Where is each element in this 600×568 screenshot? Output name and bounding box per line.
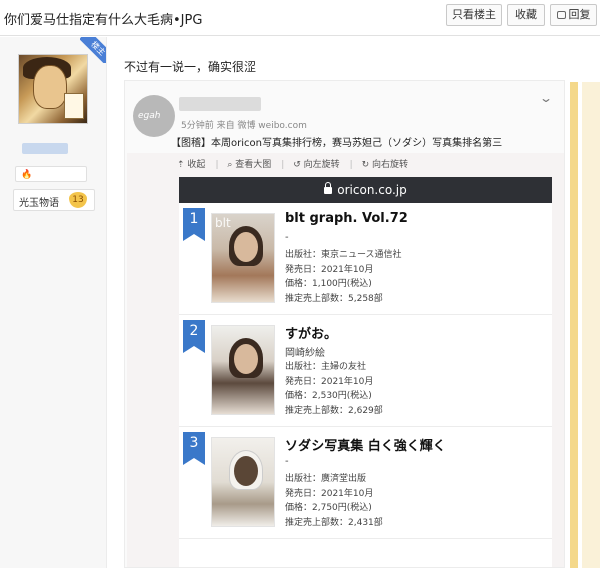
book-title: blt graph. Vol.72 — [285, 211, 408, 226]
collapse-button[interactable]: ⇡ 收起 — [177, 160, 205, 170]
book-cover — [211, 437, 275, 527]
favorite-button[interactable]: 收藏 — [507, 4, 545, 26]
rank-badge: 3 — [183, 432, 205, 465]
toolbar-divider: | — [281, 160, 285, 170]
cover-figure-face — [234, 232, 258, 262]
lock-icon — [324, 182, 333, 194]
ranking-item: 2 すがお。 岡崎紗絵 出版社：主婦の友社 発売日：2021年10月 価格：2,… — [179, 315, 552, 427]
collapse-icon: ⇡ — [177, 160, 185, 170]
badge-name: 光玉物语 — [19, 198, 59, 209]
flame-icon: 🔥 — [21, 170, 33, 180]
zoom-icon: ⌕ — [227, 160, 233, 170]
book-cover: blt — [211, 213, 275, 303]
reply-icon — [556, 11, 566, 19]
toolbar-divider: | — [215, 160, 219, 170]
book-cover — [211, 325, 275, 415]
book-details: 出版社：廣済堂出版 発売日：2021年10月 価格：2,750円(税込) 推定売… — [285, 472, 383, 530]
rank-number: 1 — [189, 211, 199, 227]
screenshot-image: ⇡ 收起 | ⌕ 查看大图 | ↺ 向左旋转 | ↻ 向右旋转 oricon.co.j… — [127, 153, 564, 567]
cover-figure-face — [234, 456, 258, 486]
op-ribbon: 楼主 — [80, 37, 106, 63]
member-badge[interactable]: 光玉物语 13 — [13, 189, 95, 211]
image-toolbar: ⇡ 收起 | ⌕ 查看大图 | ↺ 向左旋转 | ↻ 向右旋转 — [177, 157, 418, 171]
author-column: 楼主 🔥 光玉物语 13 — [0, 37, 107, 568]
book-publisher: 出版社：主婦の友社 — [285, 362, 367, 372]
rank-number: 3 — [189, 435, 199, 451]
book-release: 発売日：2021年10月 — [285, 488, 374, 499]
book-release: 発売日：2021年10月 — [285, 264, 374, 275]
book-author: - — [285, 232, 289, 243]
book-author: - — [285, 456, 289, 467]
rotate-left-icon: ↺ — [293, 160, 301, 170]
weibo-name-blurred[interactable] — [179, 97, 261, 111]
weibo-text: 【图稽】本周oricon写真集排行榜，赛马苏妲己（ソダシ）写真集排名第三 — [171, 138, 503, 149]
rotate-right-button[interactable]: ↻ 向右旋转 — [362, 160, 408, 170]
book-release: 発売日：2021年10月 — [285, 376, 374, 387]
ranking-item: 1 blt blt graph. Vol.72 - 出版社：東京ニュース通信社 … — [179, 203, 552, 315]
book-publisher: 出版社：廣済堂出版 — [285, 474, 367, 484]
rotate-right-label: 向右旋转 — [372, 160, 409, 170]
book-title: すがお。 — [285, 327, 338, 342]
weibo-embed: egah 5分钟前 来自 微博 weibo.com ⌄ 【图稽】本周oricon… — [124, 80, 565, 568]
collapse-label: 收起 — [187, 160, 206, 170]
level-number: 13 — [69, 192, 87, 208]
ranking-item: 3 ソダシ写真集 白く強く輝く - 出版社：廣済堂出版 発売日：2021年10月… — [179, 427, 552, 539]
adjacent-image-strip — [566, 82, 600, 568]
chevron-down-icon[interactable]: ⌄ — [539, 91, 553, 105]
view-large-button[interactable]: ⌕ 查看大图 — [227, 160, 271, 170]
only-op-button[interactable]: 只看楼主 — [446, 4, 502, 26]
book-sales: 推定売上部数：5,258部 — [285, 293, 383, 304]
rank-number: 2 — [189, 323, 199, 339]
post-text: 不过有一说一，确实很涩 — [124, 60, 257, 74]
rank-badge: 2 — [183, 320, 205, 353]
book-sales: 推定売上部数：2,629部 — [285, 405, 383, 416]
book-title: ソダシ写真集 白く強く輝く — [285, 439, 446, 454]
book-price: 価格：2,530円(税込) — [285, 391, 372, 401]
cover-figure-face — [234, 344, 258, 374]
book-details: 出版社：東京ニュース通信社 発売日：2021年10月 価格：1,100円(税込)… — [285, 248, 402, 306]
op-badge: 楼主 — [80, 37, 106, 63]
rotate-left-label: 向左旋转 — [303, 160, 340, 170]
strip-bar — [582, 82, 600, 568]
thread-header: 你们爱马仕指定有什么大毛病•JPG 只看楼主 收藏 回复 — [0, 0, 600, 36]
cover-text: blt — [215, 216, 231, 230]
url-bar: oricon.co.jp — [179, 177, 552, 203]
rotate-right-icon: ↻ — [361, 160, 370, 170]
weibo-avatar[interactable]: egah — [133, 95, 175, 137]
avatar-face — [33, 65, 67, 109]
ranking-list: 1 blt blt graph. Vol.72 - 出版社：東京ニュース通信社 … — [179, 203, 552, 567]
url-text: oricon.co.jp — [337, 183, 407, 197]
book-publisher: 出版社：東京ニュース通信社 — [285, 250, 402, 260]
strip-bar — [570, 82, 578, 568]
weibo-meta: 5分钟前 来自 微博 weibo.com — [181, 121, 307, 131]
rotate-left-button[interactable]: ↺ 向左旋转 — [293, 160, 339, 170]
reply-button-label: 回复 — [568, 8, 591, 21]
book-price: 価格：2,750円(税込) — [285, 503, 372, 513]
avatar-mark — [64, 93, 84, 119]
book-sales: 推定売上部数：2,431部 — [285, 517, 383, 528]
rank-badge: 1 — [183, 208, 205, 241]
view-large-label: 查看大图 — [235, 160, 272, 170]
weibo-avatar-text: egah — [138, 111, 161, 121]
toolbar-divider: | — [349, 160, 353, 170]
reply-button[interactable]: 回复 — [550, 4, 597, 26]
author-name-blurred[interactable] — [22, 143, 68, 154]
book-author: 岡崎紗絵 — [285, 348, 325, 359]
book-price: 価格：1,100円(税込) — [285, 279, 372, 289]
book-details: 出版社：主婦の友社 発売日：2021年10月 価格：2,530円(税込) 推定売… — [285, 360, 383, 418]
level-box: 🔥 — [15, 166, 87, 182]
avatar[interactable] — [18, 54, 88, 124]
thread-title: 你们爱马仕指定有什么大毛病•JPG — [4, 13, 203, 28]
